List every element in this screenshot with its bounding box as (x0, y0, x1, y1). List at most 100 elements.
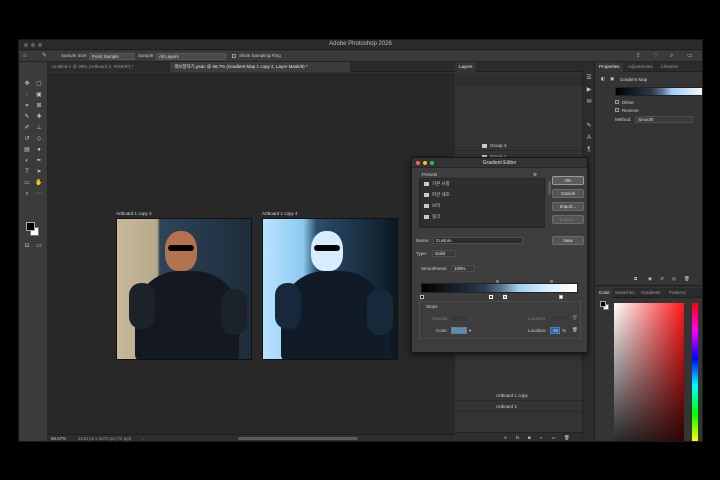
brush-settings-icon[interactable]: ✎ (585, 122, 593, 130)
type-dropdown[interactable]: Solid (432, 250, 456, 257)
eyedropper-tool-icon[interactable]: ✎ (23, 113, 31, 121)
preset-folder-basics[interactable]: 기본 사항 (424, 181, 450, 187)
import-button[interactable]: Import... (552, 202, 584, 211)
home-icon[interactable]: ⌂ (23, 53, 27, 60)
color-fg-swatch[interactable] (600, 301, 606, 307)
artboard-label[interactable]: Artboard 1 copy 3 (116, 211, 152, 216)
horizontal-scrollbar[interactable] (238, 437, 358, 440)
tab-patterns[interactable]: Patterns (666, 288, 689, 298)
export-button[interactable]: Export... (552, 215, 584, 224)
comments-icon[interactable]: ✉ (585, 98, 593, 106)
foreground-color-swatch[interactable] (26, 222, 35, 231)
layer-row-artboard-1[interactable]: Artboard 1 (456, 401, 582, 412)
show-sampling-ring-checkbox[interactable] (232, 54, 236, 58)
preset-folder-pinks[interactable]: 핑크 (424, 214, 440, 220)
visibility-icon[interactable]: ◎ (672, 276, 676, 282)
adjustment-icon[interactable]: ◐ (540, 435, 543, 440)
mask-icon[interactable]: ◙ (528, 435, 531, 440)
quick-mask-icon[interactable]: ◘ (23, 242, 31, 250)
tab-properties[interactable]: Properties (596, 62, 623, 72)
trash-icon[interactable]: 🗑 (564, 435, 570, 441)
method-dropdown[interactable]: Smooth (635, 116, 693, 123)
opacity-delete-icon[interactable]: 🗑 (572, 315, 578, 321)
tab-color-correction[interactable]: 색보정하기.psdc @ 66.7% (Gradient Map 1 copy … (170, 62, 350, 72)
tab-color[interactable]: Color (596, 288, 613, 298)
hand-tool-icon[interactable]: ✋ (35, 179, 43, 187)
history-icon[interactable]: ☰ (585, 74, 593, 82)
dither-checkbox[interactable] (615, 100, 619, 104)
stop-color-chevron-icon[interactable]: ▾ (469, 328, 471, 334)
character-icon[interactable]: A (585, 134, 593, 142)
tab-adjustments[interactable]: Adjustments (625, 62, 656, 72)
new-button[interactable]: New (552, 236, 584, 245)
sample-dropdown[interactable]: All Layers (156, 53, 226, 60)
search-icon[interactable]: ⌕ (670, 53, 673, 60)
eraser-tool-icon[interactable]: ◇ (35, 135, 43, 143)
preset-folder-blues[interactable]: 파란 색조 (424, 192, 450, 198)
ok-button[interactable]: OK (552, 176, 584, 185)
tab-swatches[interactable]: Swatches (612, 288, 638, 298)
presets-list[interactable]: 기본 사항 파란 색조 보라 핑크 (419, 178, 551, 228)
more-tools-icon[interactable]: ⋯ (35, 190, 43, 198)
workspace-icon[interactable]: ▭ (687, 53, 693, 60)
move-tool-icon[interactable]: ✥ (23, 80, 31, 88)
presets-scrollbar[interactable] (548, 181, 551, 195)
gradient-preview-bar[interactable] (421, 283, 578, 293)
artboard-label[interactable]: Artboard 1 copy 4 (262, 211, 298, 216)
opacity-location-input[interactable] (550, 315, 570, 322)
screen-mode-icon[interactable]: ▭ (35, 242, 43, 250)
link-icon[interactable]: ∞ (504, 435, 507, 440)
gradient-tool-icon[interactable]: ▤ (23, 146, 31, 154)
path-select-icon[interactable]: ➤ (35, 168, 43, 176)
blur-tool-icon[interactable]: ● (35, 146, 43, 154)
tab-gradients[interactable]: Gradients (638, 288, 664, 298)
paragraph-icon[interactable]: ¶ (585, 146, 593, 154)
share-icon[interactable]: ⇪ (636, 53, 641, 60)
color-field[interactable] (614, 303, 684, 441)
tab-libraries[interactable]: Libraries (658, 62, 681, 72)
color-stop-dark[interactable] (489, 295, 493, 299)
type-tool-icon[interactable]: T (23, 168, 31, 176)
brush-tool-icon[interactable]: ✐ (23, 124, 31, 132)
healing-tool-icon[interactable]: ✚ (35, 113, 43, 121)
canvas-area[interactable]: Artboard 1 copy 3 Artboard 1 copy 4 (48, 73, 455, 434)
new-group-icon[interactable]: ▱ (552, 435, 555, 441)
dodge-tool-icon[interactable]: ◐ (23, 157, 31, 165)
dialog-close-button[interactable] (416, 161, 420, 165)
cancel-button[interactable]: Cancel (552, 189, 584, 198)
actions-icon[interactable]: ▶ (585, 86, 593, 94)
crop-tool-icon[interactable]: ⌗ (23, 102, 31, 110)
tab-untitled-1[interactable]: Untitled-1 @ 89% (Artboard 2, RGB/8*) * (48, 62, 168, 72)
color-stop-white[interactable] (559, 295, 563, 299)
fx-icon[interactable]: fx (516, 435, 520, 440)
layer-row-artboard-copy[interactable]: Artboard 1 copy (456, 390, 582, 401)
sample-size-dropdown[interactable]: Point Sample (89, 53, 135, 60)
color-location-input[interactable]: 45 (550, 327, 560, 334)
zoom-tool-icon[interactable]: ⌕ (23, 190, 31, 198)
color-stop-black[interactable] (420, 295, 424, 299)
clip-icon[interactable]: ⧉ (634, 276, 637, 281)
status-menu-chevron-icon[interactable]: › (142, 436, 144, 441)
preset-folder-purples[interactable]: 보라 (424, 203, 440, 209)
object-select-icon[interactable]: ▣ (35, 91, 43, 99)
pen-tool-icon[interactable]: ✒ (35, 157, 43, 165)
zoom-level[interactable]: 66.67% (51, 436, 66, 441)
layer-row-group-4[interactable]: Group 4 (456, 140, 582, 151)
gradient-name-input[interactable]: Custom (433, 237, 523, 244)
artboard-image-2[interactable] (262, 218, 398, 360)
view-previous-icon[interactable]: ◉ (648, 276, 652, 282)
dialog-zoom-button[interactable] (430, 161, 434, 165)
stop-color-swatch[interactable] (451, 327, 467, 334)
delete-icon[interactable]: 🗑 (684, 276, 690, 282)
reset-icon[interactable]: ↺ (660, 276, 664, 282)
presets-label[interactable]: Presets (422, 172, 437, 177)
tab-layers[interactable]: Layers (456, 62, 476, 72)
lasso-tool-icon[interactable]: ◌ (23, 91, 31, 99)
artboard-image-1[interactable] (116, 218, 252, 360)
reverse-checkbox[interactable] (615, 108, 619, 112)
gradient-map-preview[interactable] (615, 87, 702, 96)
hue-slider[interactable] (692, 303, 698, 441)
dialog-minimize-button[interactable] (423, 161, 427, 165)
smoothness-dropdown[interactable]: 100% (451, 265, 475, 272)
color-stop-delete-icon[interactable]: 🗑 (572, 327, 578, 333)
